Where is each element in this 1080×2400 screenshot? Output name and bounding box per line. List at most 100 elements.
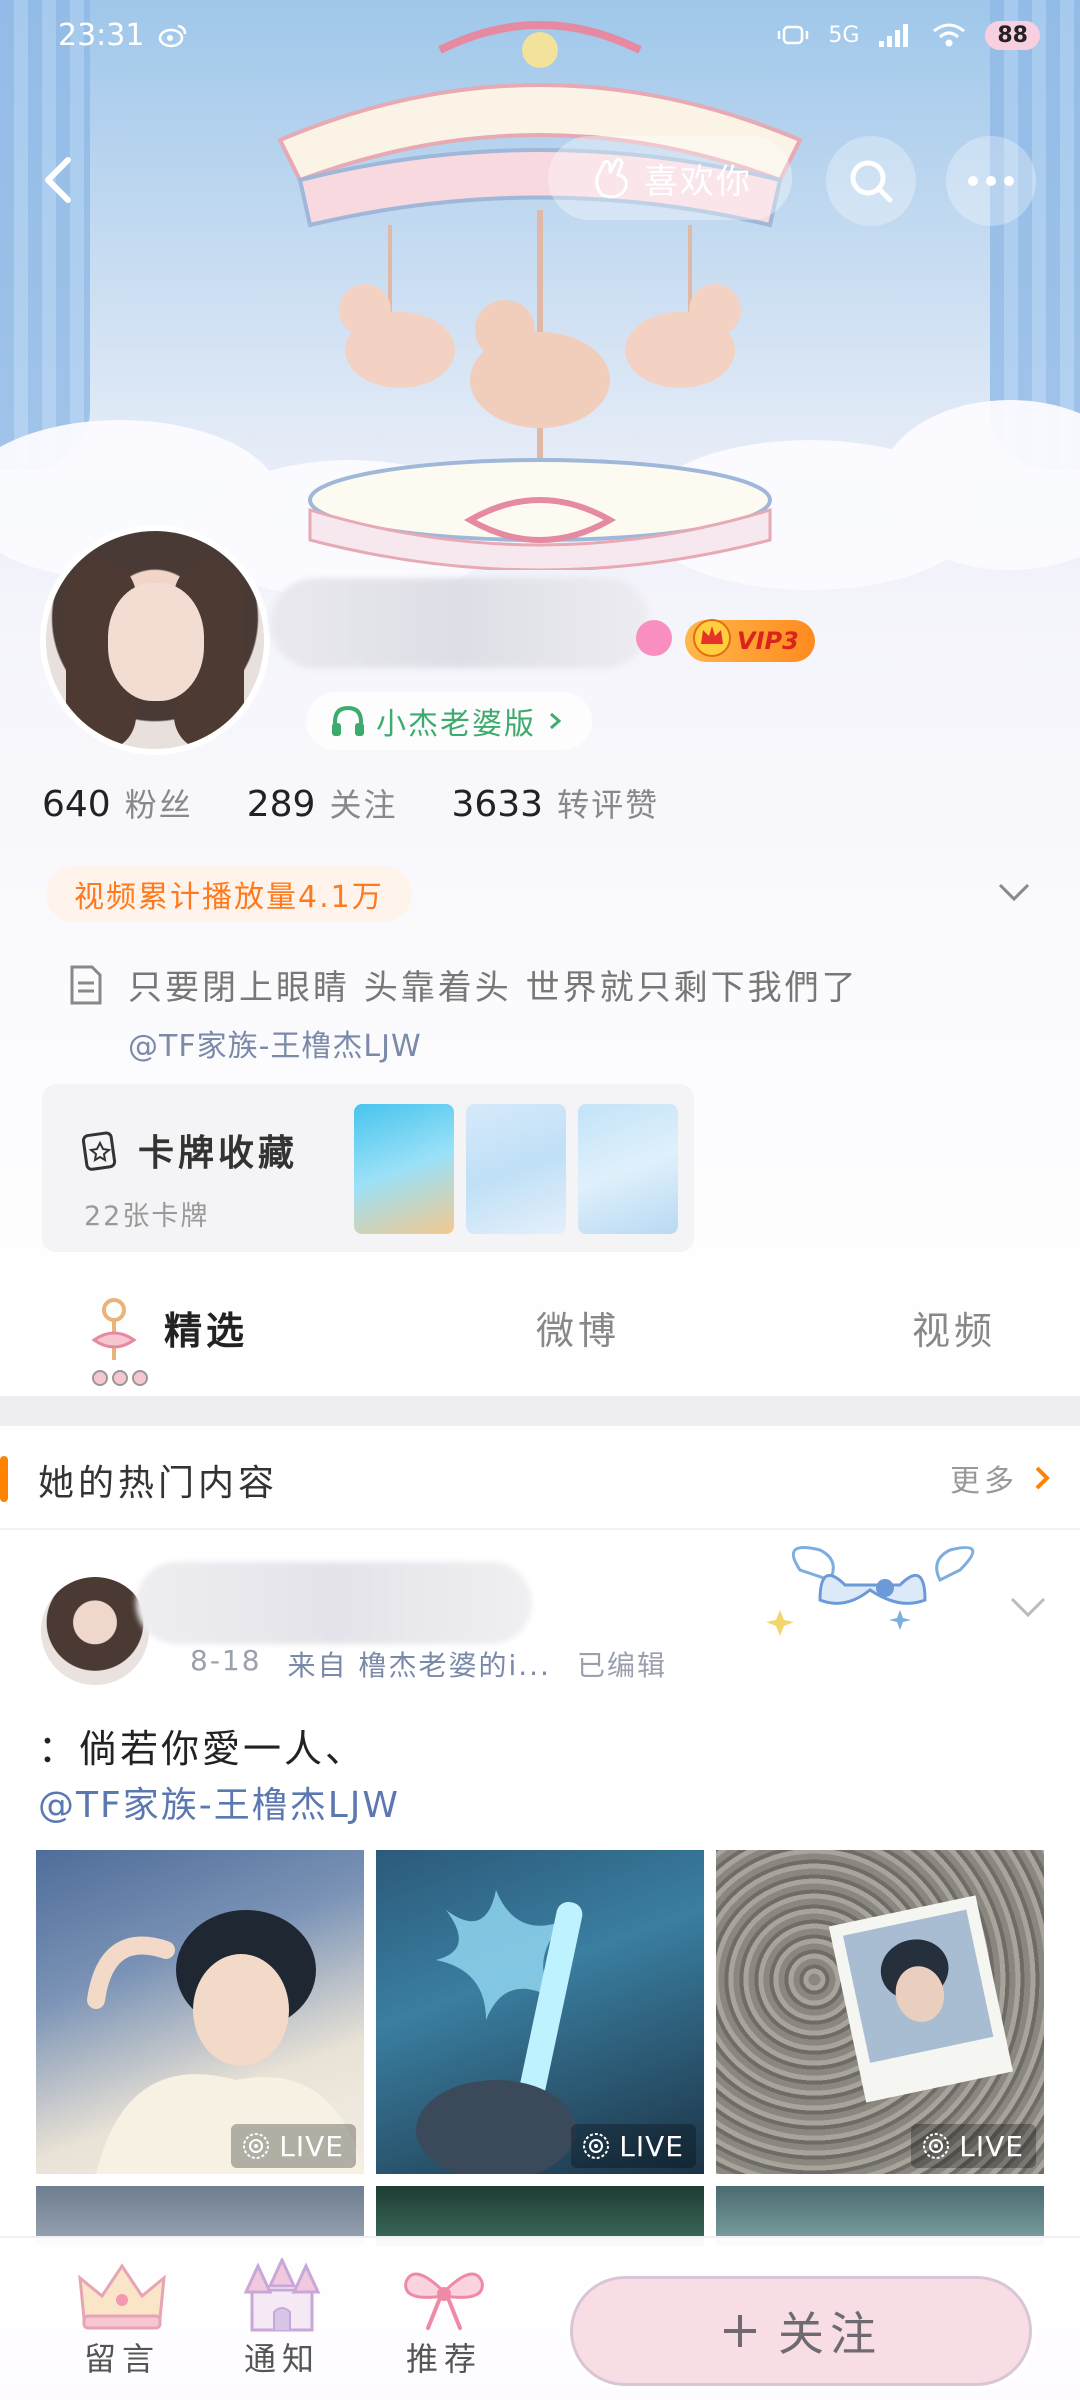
live-label: LIVE [959, 2129, 1024, 2163]
card-collection-icon [81, 1131, 117, 1171]
live-photo-icon [243, 2133, 270, 2159]
bow-icon [404, 2272, 484, 2330]
live-photo-badge: LIVE [231, 2124, 356, 2168]
following-count: 289 [246, 784, 316, 825]
post-text: ：倘若你愛一人、 [38, 1727, 367, 1771]
hot-content-title: 她的热门内容 [38, 1463, 279, 1504]
post-author-avatar[interactable] [38, 1574, 152, 1688]
live-photo-icon [583, 2133, 610, 2159]
post-image[interactable]: LIVE [376, 1850, 704, 2174]
weibo-notification-icon [159, 24, 187, 48]
profile-music-label: 小杰老婆版 [376, 707, 536, 742]
profile-avatar[interactable] [40, 525, 270, 755]
live-photo-icon [923, 2133, 950, 2159]
signal-icon [879, 24, 909, 47]
profile-bio: 只要閉上眼睛 头靠着头 世界就只剩下我們了 @TF家族-王橹杰LJW [66, 960, 859, 1065]
accent-bar [0, 1456, 8, 1502]
notifications-button[interactable]: 通知 [222, 2258, 342, 2380]
chevron-right-icon [1035, 1466, 1050, 1490]
more-button[interactable]: 更多 [950, 1456, 1052, 1500]
post-meta: 8-18 来自 橹杰老婆的i... 已编辑 [190, 1644, 667, 1684]
plus-icon [724, 2315, 756, 2347]
vip-level-label: VIP3 [737, 627, 799, 655]
chevron-down-icon[interactable] [996, 880, 1032, 904]
profile-stats: 640 粉丝 289 关注 3633 转评赞 [42, 780, 659, 826]
search-icon [850, 160, 893, 203]
live-label: LIVE [619, 2129, 684, 2163]
video-play-count-badge[interactable]: 视频累计播放量4.1万 [46, 866, 412, 922]
username-blurred [270, 578, 650, 668]
pink-badge-icon [636, 620, 672, 656]
key-ribbon-icon [91, 1298, 148, 1386]
bottom-action-bar: 留言 通知 推荐 关注 [0, 2236, 1080, 2400]
more-label: 更多 [950, 1464, 1018, 1499]
interactions-label: 转评赞 [557, 786, 660, 824]
followers-stat[interactable]: 640 粉丝 [42, 780, 193, 826]
card-collection-title: 卡牌收藏 [138, 1133, 299, 1174]
interactions-stat[interactable]: 3633 转评赞 [451, 780, 659, 826]
section-divider [0, 1396, 1080, 1426]
castle-icon [243, 2258, 321, 2332]
like-you-label: 喜欢你 [644, 161, 752, 202]
profile-music-button[interactable]: 小杰老婆版 [306, 692, 592, 750]
recommend-button[interactable]: 推荐 [384, 2258, 504, 2380]
wifi-icon [933, 23, 966, 47]
tab-video[interactable]: 视频 [912, 1300, 996, 1355]
status-time: 23:31 [58, 17, 145, 53]
live-label: LIVE [279, 2129, 344, 2163]
post-source[interactable]: 来自 橹杰老婆的i... [288, 1644, 551, 1684]
followers-count: 640 [42, 784, 111, 825]
live-photo-badge: LIVE [911, 2124, 1036, 2168]
back-arrow-icon[interactable] [30, 150, 90, 210]
post-mention-link[interactable]: @TF家族-王橹杰LJW [38, 1776, 400, 1828]
recommend-label: 推荐 [405, 2340, 482, 2378]
vip-crown-icon [693, 619, 731, 657]
more-options-button[interactable] [946, 136, 1036, 226]
vip-badge[interactable]: VIP3 [685, 619, 815, 662]
bio-mention-link[interactable]: @TF家族-王橹杰LJW [128, 1021, 859, 1065]
notifications-label: 通知 [243, 2340, 320, 2378]
status-bar: 23:31 5G 88 [0, 0, 1080, 70]
post-image[interactable]: LIVE [716, 1850, 1044, 2174]
post-edited-label: 已编辑 [576, 1649, 667, 1682]
card-thumbnail[interactable] [466, 1104, 566, 1234]
vibrate-icon [778, 25, 809, 45]
message-board-button[interactable]: 留言 [62, 2258, 182, 2380]
following-stat[interactable]: 289 关注 [247, 780, 398, 826]
search-button[interactable] [826, 136, 916, 226]
document-icon [70, 965, 102, 1004]
follow-label: 关注 [778, 2307, 882, 2361]
profile-tabs: 精选 微博 视频 [0, 1270, 1080, 1400]
message-board-label: 留言 [83, 2340, 160, 2378]
battery-level: 88 [985, 20, 1040, 50]
profile-cover[interactable]: 23:31 5G 88 喜欢你 [0, 0, 1080, 600]
tab-featured[interactable]: 精选 [164, 1300, 248, 1355]
following-label: 关注 [329, 786, 398, 824]
bio-text: 只要閉上眼睛 头靠着头 世界就只剩下我們了 [128, 968, 859, 1008]
post-date: 8-18 [190, 1644, 262, 1677]
hot-content-header: 她的热门内容 更多 [0, 1426, 1080, 1530]
interactions-count: 3633 [451, 784, 544, 825]
post-image[interactable]: LIVE [36, 1850, 364, 2174]
card-collection[interactable]: 卡牌收藏 22张卡牌 [42, 1084, 694, 1252]
card-thumbnail[interactable] [578, 1104, 678, 1234]
ribbon-birds-decoration [766, 1546, 975, 1636]
card-collection-count: 22张卡牌 [84, 1201, 210, 1232]
carousel-illustration [277, 21, 803, 570]
bunny-hand-icon [595, 157, 628, 199]
live-photo-badge: LIVE [571, 2124, 696, 2168]
chevron-down-icon[interactable] [1008, 1594, 1048, 1620]
followers-label: 粉丝 [124, 786, 193, 824]
tab-weibo[interactable]: 微博 [536, 1300, 620, 1355]
follow-button[interactable]: 关注 [566, 2272, 1036, 2390]
chevron-right-icon [550, 712, 562, 730]
post-author-name-blurred [136, 1562, 532, 1644]
card-thumbnail[interactable] [354, 1104, 454, 1234]
network-type: 5G [828, 22, 860, 48]
like-you-button[interactable]: 喜欢你 [548, 136, 792, 220]
crown-icon [78, 2263, 166, 2330]
top-navigation: 喜欢你 [0, 130, 1080, 230]
curtain-left-decoration [0, 0, 90, 470]
more-dots-icon [968, 176, 1014, 186]
headphones-icon [332, 705, 364, 736]
